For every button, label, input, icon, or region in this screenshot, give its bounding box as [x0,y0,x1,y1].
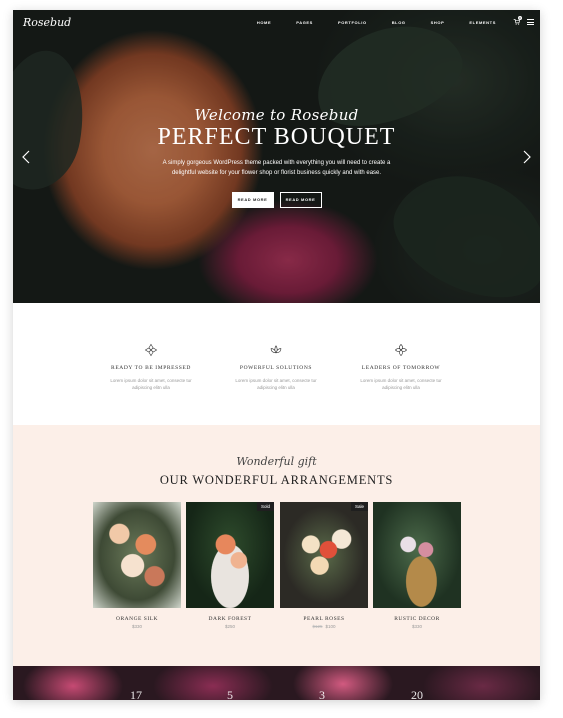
product-current-price: $250 [224,624,235,629]
sold-badge: Sold [256,502,274,511]
hero-slider: Rosebud HOME PAGES PORTFOLIO BLOG SHOP E… [13,10,540,303]
product-card[interactable]: Sale PEARL ROSES $125 $100 [280,502,368,629]
stat-counter: 20 [411,688,423,700]
stat-counter: 5 [227,688,233,700]
stat-counter: 3 [319,688,325,700]
flower-diamond-icon [144,343,158,357]
feature-title: LEADERS OF TOMORROW [361,365,441,371]
main-menu: HOME PAGES PORTFOLIO BLOG SHOP ELEMENTS [232,20,496,25]
hero-description: A simply gorgeous WordPress theme packed… [162,160,391,176]
product-card[interactable]: Sold DARK FOREST $250 [186,502,274,629]
nav-item-elements[interactable]: ELEMENTS [469,20,496,25]
product-image[interactable]: Sale [280,502,368,608]
stats-section: 17 5 3 20 [13,666,540,700]
petal-cross-icon [394,343,408,357]
product-name[interactable]: RUSTIC DECOR [373,616,461,622]
arrangements-title: OUR WONDERFUL ARRANGEMENTS [159,473,394,487]
product-name[interactable]: PEARL ROSES [280,616,368,622]
nav-item-blog[interactable]: BLOG [392,20,406,25]
feature-item: READY TO BE IMPRESSED Lorem ipsum dolor … [91,343,211,391]
hero-title: PERFECT BOUQUET [157,124,396,150]
feature-item: LEADERS OF TOMORROW Lorem ipsum dolor si… [341,343,461,391]
product-current-price: $330 [131,624,142,629]
product-name[interactable]: ORANGE SILK [93,616,181,622]
product-image[interactable] [373,502,461,608]
feature-text: Lorem ipsum dolor sit amet, consecte tur… [235,378,317,390]
feature-title: POWERFUL SOLUTIONS [239,365,313,371]
product-card[interactable]: RUSTIC DECOR $330 [373,502,461,629]
read-more-button[interactable]: READ MORE [231,192,274,208]
feature-text: Lorem ipsum dolor sit amet, consecte tur… [110,378,192,390]
product-current-price: $100 [325,624,336,629]
nav-item-portfolio[interactable]: PORTFOLIO [338,20,367,25]
cart-count-badge: 0 [518,16,522,20]
lotus-icon [270,345,282,354]
product-price: $330 [373,624,461,629]
product-current-price: $330 [411,624,422,629]
product-price: $250 [186,624,274,629]
product-price: $125 $100 [280,624,368,629]
product-old-price: $125 [312,624,323,629]
site-logo[interactable]: Rosebud [23,16,71,29]
hero-script-heading: Welcome to Rosebud [194,106,359,124]
nav-item-shop[interactable]: SHOP [431,20,445,25]
hero-buttons: READ MORE READ MORE [13,192,540,208]
product-image[interactable]: Sold [186,502,274,608]
nav-item-home[interactable]: HOME [257,20,271,25]
top-navigation: Rosebud HOME PAGES PORTFOLIO BLOG SHOP E… [13,10,540,36]
sale-badge: Sale [350,502,368,511]
arrangements-section: Wonderful gift OUR WONDERFUL ARRANGEMENT… [13,425,540,666]
nav-item-pages[interactable]: PAGES [296,20,313,25]
product-name[interactable]: DARK FOREST [186,616,274,622]
arrangements-script-heading: Wonderful gift [236,455,317,468]
hamburger-menu-icon[interactable] [527,19,534,25]
page-frame: Rosebud HOME PAGES PORTFOLIO BLOG SHOP E… [13,10,540,700]
features-section: READY TO BE IMPRESSED Lorem ipsum dolor … [13,303,540,425]
product-card[interactable]: ORANGE SILK $330 [93,502,181,629]
product-image[interactable] [93,502,181,608]
feature-title: READY TO BE IMPRESSED [111,365,191,371]
hero-content: Welcome to Rosebud PERFECT BOUQUET A sim… [13,106,540,208]
stat-counter: 17 [130,688,142,700]
product-price: $330 [93,624,181,629]
feature-text: Lorem ipsum dolor sit amet, consecte tur… [360,378,442,390]
read-more-outline-button[interactable]: READ MORE [279,192,322,208]
feature-item: POWERFUL SOLUTIONS Lorem ipsum dolor sit… [216,343,336,391]
